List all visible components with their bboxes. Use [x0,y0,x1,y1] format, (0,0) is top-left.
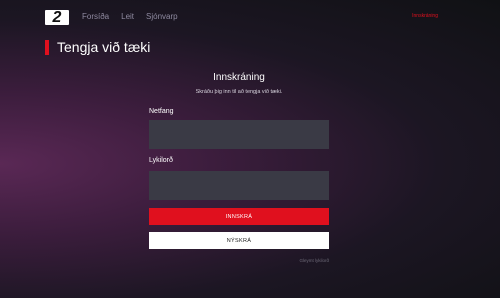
form-subheading: Skráðu þig inn til að tengja við tæki. [195,89,283,95]
login-link[interactable]: Innskráning [412,13,438,19]
login-button[interactable]: INNSKRÁ [149,208,329,225]
nav-item-leit[interactable]: Leit [121,12,134,21]
email-field[interactable] [149,120,329,149]
title-accent-bar [45,40,49,55]
page-title: Tengja við tæki [57,39,151,55]
email-label: Netfang [149,108,174,115]
stod2-logo[interactable]: 2 [45,9,69,26]
password-label: Lykilorð [149,157,173,164]
logo-glyph: 2 [52,9,62,26]
forgot-password-link[interactable]: Gleymt lykilorð [299,258,329,263]
top-bar: 2 Forsíða Leit Sjónvarp Innskráning [0,0,500,34]
nav-item-forsida[interactable]: Forsíða [82,12,109,21]
nav-item-sjonvarp[interactable]: Sjónvarp [146,12,178,21]
password-field[interactable] [149,171,329,200]
main-nav: Forsíða Leit Sjónvarp [82,12,178,21]
form-heading: Innskráning [213,72,265,83]
register-button[interactable]: NÝSKRÁ [149,232,329,249]
